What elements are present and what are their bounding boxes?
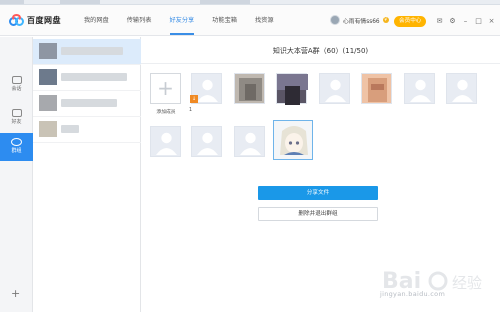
group-title: 知识大本营A群（60）(11/50)	[272, 47, 369, 55]
list-item-name	[61, 47, 123, 55]
watermark-url: jingyan.baidu.com	[380, 290, 446, 298]
minimize-icon[interactable]: –	[462, 17, 469, 25]
member-avatar[interactable]	[276, 73, 308, 105]
rail-item-chat[interactable]: 会话	[0, 71, 33, 99]
browser-tab[interactable]	[200, 0, 250, 4]
add-member-label: 添加成员	[156, 110, 176, 115]
member-avatar[interactable]	[404, 73, 435, 104]
list-item-name	[61, 73, 127, 81]
member-avatar[interactable]	[319, 73, 350, 104]
group-icon	[11, 138, 22, 146]
member-avatar[interactable]	[191, 126, 222, 157]
rail-item-label: 会话	[11, 86, 22, 92]
vip-center-button[interactable]: 会员中心	[394, 16, 427, 27]
browser-tab[interactable]	[60, 0, 100, 4]
owner-badge-icon: ↓	[190, 95, 198, 103]
close-icon[interactable]: ×	[488, 17, 495, 25]
member-avatar[interactable]	[446, 73, 477, 104]
list-item[interactable]	[33, 91, 141, 117]
contact-icon	[11, 109, 22, 117]
app-name: 百度网盘	[27, 15, 61, 25]
app-header: 百度网盘 我的网盘 传输列表 好友分享 功能宝箱 找资源 心雨有情ss66 ¥ …	[0, 5, 500, 36]
list-item-name	[61, 125, 79, 133]
chat-icon	[11, 76, 22, 84]
baidu-cloud-logo-icon	[9, 14, 24, 26]
app-logo: 百度网盘	[9, 14, 61, 26]
rail-item-label: 好友	[11, 119, 22, 125]
nav-friend-share[interactable]: 好友分享	[169, 15, 194, 35]
member-avatar[interactable]	[234, 126, 265, 157]
nav-my-drive[interactable]: 我的网盘	[84, 15, 109, 35]
browser-tab[interactable]	[0, 0, 24, 4]
user-info[interactable]: 心雨有情ss66 ¥	[330, 15, 389, 25]
group-avatar	[39, 43, 57, 59]
plus-icon: +	[157, 76, 174, 100]
left-rail: 会话 好友 群组 +	[0, 37, 33, 312]
member-avatar[interactable]	[150, 126, 181, 157]
divider	[141, 63, 500, 64]
delete-exit-group-button[interactable]: 删除并退出群组	[258, 207, 378, 221]
member-avatar[interactable]	[361, 73, 392, 104]
rail-item-friends[interactable]: 好友	[0, 104, 33, 132]
rail-item-groups[interactable]: 群组	[0, 133, 33, 161]
member-avatar[interactable]	[273, 120, 313, 160]
member-number-label: 1	[189, 108, 193, 113]
plus-icon[interactable]: +	[11, 287, 20, 300]
member-avatar[interactable]	[234, 73, 265, 104]
group-list	[33, 37, 141, 312]
list-item[interactable]	[33, 65, 141, 91]
add-member-button[interactable]: +	[150, 73, 181, 104]
share-files-button[interactable]: 分享文件	[258, 186, 378, 200]
avatar[interactable]	[330, 15, 340, 25]
group-avatar	[39, 121, 57, 137]
nav-find-resources[interactable]: 找资源	[255, 15, 274, 35]
maximize-icon[interactable]: □	[475, 17, 482, 25]
main-nav: 我的网盘 传输列表 好友分享 功能宝箱 找资源	[84, 15, 292, 35]
rail-item-label: 群组	[11, 148, 22, 154]
list-item[interactable]	[33, 117, 141, 143]
nav-toolbox[interactable]: 功能宝箱	[212, 15, 237, 35]
window-controls: ✉ ⚙ – □ ×	[436, 17, 495, 25]
settings-icon[interactable]: ⚙	[449, 17, 456, 25]
mail-icon[interactable]: ✉	[436, 17, 443, 25]
coin-icon: ¥	[382, 17, 389, 23]
list-item-name	[61, 99, 117, 107]
group-avatar	[39, 69, 57, 85]
nav-transfer-list[interactable]: 传输列表	[127, 15, 152, 35]
username[interactable]: 心雨有情ss66	[343, 16, 380, 25]
list-item[interactable]	[33, 39, 141, 65]
group-avatar	[39, 95, 57, 111]
svg-text:经验: 经验	[452, 274, 482, 292]
